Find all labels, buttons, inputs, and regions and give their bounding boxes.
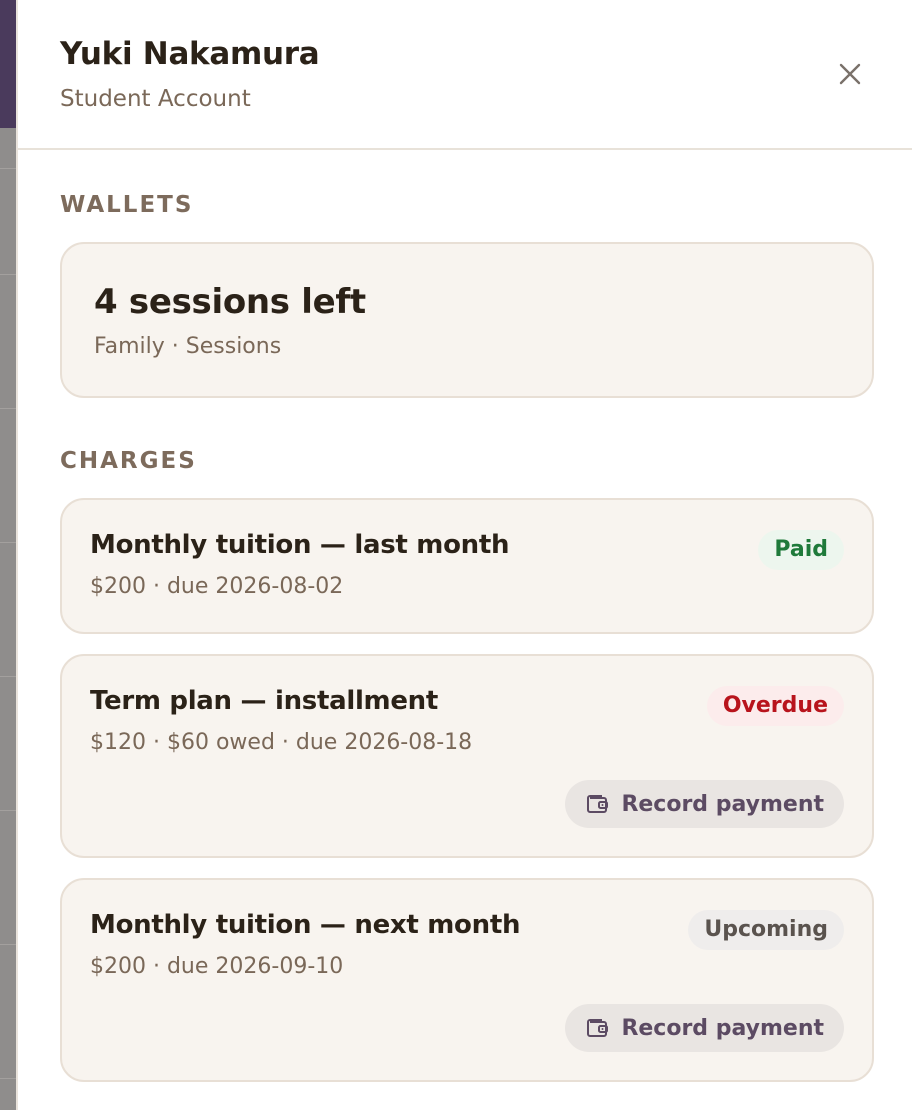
account-type: Student Account	[60, 86, 251, 112]
record-payment-label: Record payment	[621, 1015, 824, 1041]
record-payment-label: Record payment	[621, 791, 824, 817]
charges-section-label: CHARGES	[60, 448, 197, 474]
status-badge-upcoming: Upcoming	[688, 910, 844, 950]
wallet-card: 4 sessions left Family · Sessions	[60, 242, 874, 398]
charge-title: Monthly tuition — last month	[90, 530, 510, 560]
status-badge-paid: Paid	[758, 530, 844, 570]
charge-title: Term plan — installment	[90, 686, 439, 716]
record-payment-button[interactable]: Record payment	[565, 1004, 844, 1052]
wallet-icon	[587, 795, 609, 813]
charge-details: $200 · due 2026-09-10	[90, 954, 344, 979]
student-name: Yuki Nakamura	[60, 36, 320, 72]
charge-card: Term plan — installment $120 · $60 owed …	[60, 654, 874, 858]
charge-details: $200 · due 2026-08-02	[90, 574, 344, 599]
wallet-icon	[587, 1019, 609, 1037]
wallet-details: Family · Sessions	[94, 334, 282, 359]
record-payment-button[interactable]: Record payment	[565, 780, 844, 828]
drawer-header: Yuki Nakamura Student Account	[18, 0, 912, 150]
charge-title: Monthly tuition — next month	[90, 910, 521, 940]
student-account-drawer: Yuki Nakamura Student Account WALLETS 4 …	[16, 0, 912, 1110]
wallets-section-label: WALLETS	[60, 192, 194, 218]
charge-details: $120 · $60 owed · due 2026-08-18	[90, 730, 473, 755]
status-badge-overdue: Overdue	[706, 686, 844, 726]
charge-card: Monthly tuition — last month $200 · due …	[60, 498, 874, 634]
close-button[interactable]	[830, 56, 870, 92]
wallet-balance: 4 sessions left	[94, 282, 366, 322]
close-icon	[839, 63, 861, 85]
charge-card: Monthly tuition — next month $200 · due …	[60, 878, 874, 1082]
